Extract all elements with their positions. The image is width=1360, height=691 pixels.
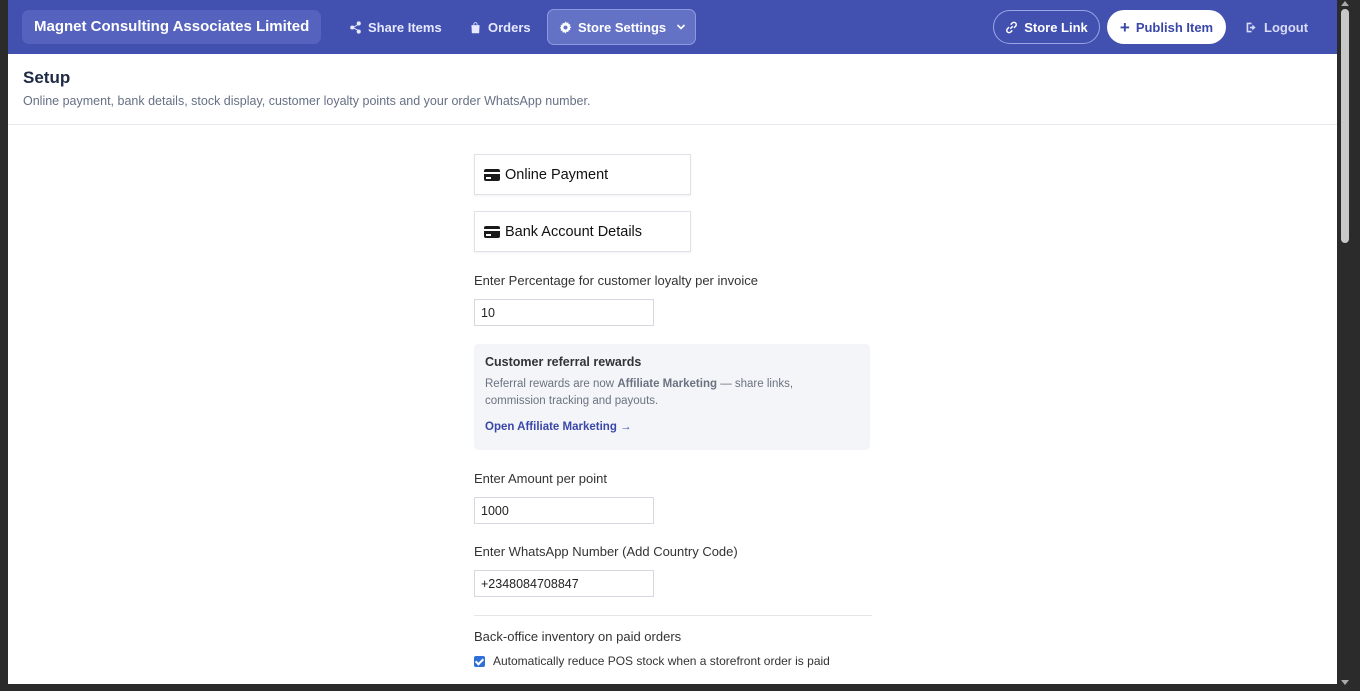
whatsapp-number-input[interactable] bbox=[474, 570, 654, 597]
nav-share-items-label: Share Items bbox=[368, 19, 442, 35]
amount-per-point-label: Enter Amount per point bbox=[474, 471, 607, 486]
loyalty-percentage-input[interactable] bbox=[474, 299, 654, 326]
nav-orders-label: Orders bbox=[488, 19, 531, 35]
online-payment-label: Online Payment bbox=[505, 166, 609, 183]
section-divider bbox=[474, 615, 872, 616]
inventory-section-label: Back-office inventory on paid orders bbox=[474, 629, 682, 644]
logout-icon bbox=[1246, 22, 1256, 32]
browser-viewport: Magnet Consulting Associates Limited Sha… bbox=[8, 0, 1337, 684]
nav-store-settings[interactable]: Store Settings bbox=[547, 9, 696, 45]
scrollbar-thumb[interactable] bbox=[1341, 9, 1349, 243]
scroll-down-arrow-icon[interactable] bbox=[1341, 680, 1349, 685]
link-icon bbox=[1006, 21, 1018, 33]
page-header: Setup Online payment, bank details, stoc… bbox=[8, 54, 1337, 125]
plus-icon: + bbox=[1119, 17, 1130, 37]
auto-reduce-stock-checkbox[interactable] bbox=[474, 655, 485, 667]
scroll-up-arrow-icon[interactable] bbox=[1341, 1, 1349, 6]
credit-card-icon bbox=[484, 225, 500, 238]
online-payment-section[interactable]: Online Payment bbox=[474, 154, 691, 195]
amount-per-point-input[interactable] bbox=[474, 497, 654, 524]
loyalty-percentage-label: Enter Percentage for customer loyalty pe… bbox=[474, 273, 758, 288]
logout-button[interactable]: Logout bbox=[1245, 13, 1308, 41]
publish-item-label: Publish Item bbox=[1135, 19, 1214, 35]
auto-reduce-stock-label: Automatically reduce POS stock when a st… bbox=[493, 654, 830, 668]
share-icon bbox=[350, 20, 361, 34]
page-title: Setup bbox=[23, 68, 71, 87]
bank-account-section[interactable]: Bank Account Details bbox=[474, 211, 691, 252]
referral-description: Referral rewards are now Affiliate Marke… bbox=[485, 378, 794, 407]
nav-store-settings-label: Store Settings bbox=[578, 19, 667, 35]
open-affiliate-marketing-link[interactable]: Open Affiliate Marketing → bbox=[485, 421, 632, 433]
auto-reduce-stock-option[interactable]: Automatically reduce POS stock when a st… bbox=[474, 654, 830, 668]
nav-orders[interactable]: Orders bbox=[469, 13, 531, 41]
store-link-label: Store Link bbox=[1024, 19, 1088, 35]
chevron-down-icon bbox=[677, 24, 686, 30]
referral-rewards-card: Customer referral rewards Referral rewar… bbox=[474, 344, 870, 450]
whatsapp-number-label: Enter WhatsApp Number (Add Country Code) bbox=[474, 544, 738, 559]
publish-item-button[interactable]: + Publish Item bbox=[1107, 10, 1226, 44]
store-link-button[interactable]: Store Link bbox=[993, 10, 1100, 44]
window-bottom-edge bbox=[0, 684, 1337, 691]
bank-account-label: Bank Account Details bbox=[505, 223, 643, 240]
logout-label: Logout bbox=[1264, 19, 1309, 35]
referral-title: Customer referral rewards bbox=[485, 355, 642, 369]
gear-icon bbox=[559, 20, 572, 34]
bag-icon bbox=[471, 21, 480, 33]
nav-share-items[interactable]: Share Items bbox=[349, 13, 442, 41]
credit-card-icon bbox=[484, 168, 500, 181]
page-subtitle: Online payment, bank details, stock disp… bbox=[23, 94, 591, 108]
store-brand[interactable]: Magnet Consulting Associates Limited bbox=[22, 10, 322, 44]
top-navbar: Magnet Consulting Associates Limited Sha… bbox=[8, 0, 1337, 54]
